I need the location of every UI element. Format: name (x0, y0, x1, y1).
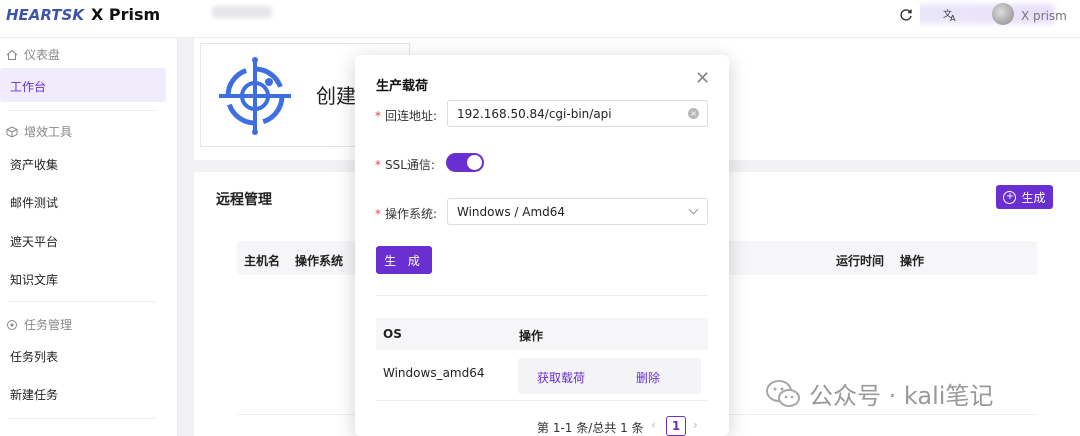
clear-icon[interactable]: × (688, 108, 699, 119)
modal-title: 生产载荷 (376, 79, 429, 94)
language-button[interactable]: 文A (936, 3, 964, 27)
sidebar-divider (8, 301, 156, 302)
column-header-os: OS (383, 327, 402, 341)
sidebar-item-mail-test[interactable]: 邮件测试 (10, 194, 58, 211)
column-header-os: 操作系统 (295, 254, 344, 268)
username[interactable]: X prism (1021, 9, 1067, 23)
refresh-icon (900, 9, 912, 21)
remote-management-title: 远程管理 (216, 192, 272, 208)
get-payload-link[interactable]: 获取载荷 (537, 369, 585, 386)
callback-label-text: 回连地址: (385, 109, 438, 123)
home-icon (6, 49, 18, 60)
top-header: HEARTSK X Prism 文A X prism (0, 0, 1080, 38)
generate-button-label: 生成 (1021, 190, 1046, 205)
os-select-value: Windows / Amd64 (457, 204, 566, 219)
generate-button[interactable]: + 生成 (996, 185, 1053, 209)
sidebar-group-label: 任务管理 (24, 318, 73, 332)
sidebar-group-dashboard[interactable]: 仪表盘 (6, 46, 60, 63)
sidebar-item-zhetian-platform[interactable]: 遮天平台 (10, 233, 58, 250)
watermark-text: 公众号 · kali笔记 (809, 382, 994, 410)
chevron-down-icon (688, 204, 699, 215)
delete-link[interactable]: 删除 (636, 369, 660, 386)
sidebar-divider (8, 110, 156, 111)
callback-address-input[interactable]: 192.168.50.84/cgi-bin/api × (447, 100, 708, 127)
required-marker: * (375, 109, 381, 123)
callback-address-label: * 回连地址: (375, 107, 437, 124)
required-marker: * (375, 158, 381, 172)
target-icon (7, 319, 17, 330)
sidebar-item-knowledge-base[interactable]: 知识文库 (10, 271, 58, 288)
column-header-hostname: 主机名 (244, 254, 281, 268)
brand-logo: HEARTSK (6, 6, 84, 24)
sidebar-group-tools[interactable]: 增效工具 (6, 123, 72, 140)
sidebar-item-task-list[interactable]: 任务列表 (10, 348, 58, 365)
sidebar: 仪表盘 工作台 增效工具 资产收集 邮件测试 遮天平台 知识文库 任务管理 任务… (0, 38, 178, 436)
chevron-right-icon[interactable]: › (693, 418, 698, 432)
pagination-page-1[interactable]: 1 (666, 416, 686, 436)
cube-icon (6, 125, 18, 138)
os-select[interactable]: Windows / Amd64 (447, 198, 708, 225)
callback-address-value: 192.168.50.84/cgi-bin/api (457, 106, 612, 121)
sidebar-group-tasks[interactable]: 任务管理 (6, 316, 72, 333)
column-header-uptime: 运行时间 (836, 254, 885, 268)
svg-text:A: A (950, 14, 956, 22)
os-label: * 操作系统: (375, 205, 437, 222)
payload-actions-cell: 获取载荷 删除 (518, 358, 701, 394)
column-header-actions: 操作 (519, 329, 544, 343)
table-divider (376, 400, 708, 401)
chevron-left-icon[interactable]: ‹ (651, 418, 656, 432)
sidebar-item-asset-collection[interactable]: 资产收集 (10, 156, 58, 173)
sidebar-divider (8, 418, 156, 419)
ssl-label: * SSL通信: (375, 156, 435, 173)
ssl-toggle[interactable] (446, 153, 484, 172)
breadcrumb (212, 6, 272, 18)
plus-circle-icon: + (1003, 190, 1017, 204)
crosshair-icon (219, 57, 291, 135)
refresh-button[interactable] (892, 3, 920, 27)
close-icon[interactable]: ✕ (695, 70, 710, 88)
watermark: 公众号 · kali笔记 (765, 376, 993, 411)
create-label: 创建 (316, 84, 356, 108)
toggle-knob (467, 155, 482, 170)
sidebar-item-workbench[interactable]: 工作台 (0, 68, 166, 102)
sidebar-group-label: 增效工具 (24, 125, 73, 139)
required-marker: * (375, 207, 381, 221)
app-title: X Prism (91, 5, 161, 24)
payload-os-cell: Windows_amd64 (383, 366, 485, 380)
sidebar-group-label: 仪表盘 (24, 48, 61, 62)
os-label-text: 操作系统: (385, 207, 438, 221)
modal-divider (376, 295, 708, 296)
payload-modal: 生产载荷 ✕ * 回连地址: 192.168.50.84/cgi-bin/api … (355, 55, 729, 436)
submit-generate-button[interactable]: 生 成 (376, 246, 432, 274)
sidebar-item-label: 工作台 (10, 80, 47, 94)
translate-icon: 文A (943, 8, 956, 22)
ssl-label-text: SSL通信: (385, 158, 435, 172)
wechat-icon (766, 379, 800, 407)
avatar[interactable] (992, 3, 1014, 25)
sidebar-item-new-task[interactable]: 新建任务 (10, 386, 58, 403)
column-header-actions: 操作 (900, 254, 925, 268)
pagination-summary: 第 1-1 条/总共 1 条 (537, 421, 644, 435)
